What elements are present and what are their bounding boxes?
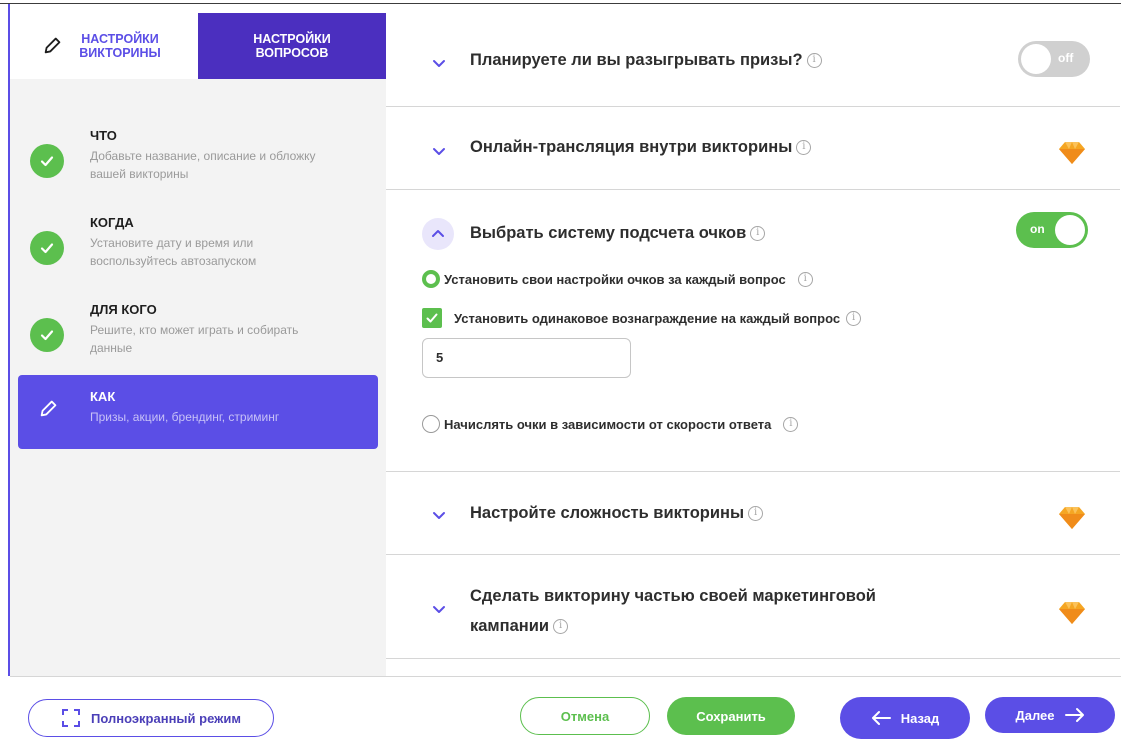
settings-tabs: НАСТРОЙКИ ВИКТОРИНЫ НАСТРОЙКИ ВОПРОСОВ <box>10 13 386 79</box>
option-same-reward[interactable]: Установить одинаковое вознаграждение на … <box>422 308 862 328</box>
chevron-down-icon[interactable] <box>432 602 446 616</box>
fullscreen-button[interactable]: Полноэкранный режим <box>28 699 274 737</box>
section-prizes-label: Планируете ли вы разыгрывать призы? i <box>470 51 822 70</box>
cancel-button[interactable]: Отмена <box>520 697 650 735</box>
section-difficulty[interactable]: Настройте сложность викторины i <box>386 472 1120 555</box>
tab-quiz-settings-label: НАСТРОЙКИ ВИКТОРИНЫ <box>79 32 161 60</box>
radio-selected-icon[interactable] <box>422 270 440 288</box>
top-border <box>0 3 1121 4</box>
option-speed-points[interactable]: Начислять очки в зависимости от скорости… <box>422 415 799 433</box>
section-difficulty-label: Настройте сложность викторины i <box>470 504 764 523</box>
fullscreen-label: Полноэкранный режим <box>91 710 241 726</box>
section-prizes[interactable]: Планируете ли вы разыгрывать призы? i off <box>386 13 1120 107</box>
cancel-label: Отмена <box>560 708 610 724</box>
section-streaming-label: Онлайн-трансляция внутри викторины i <box>470 138 812 157</box>
option-same-reward-label: Установить одинаковое вознаграждение на … <box>454 310 841 326</box>
tab-question-settings[interactable]: НАСТРОЙКИ ВОПРОСОВ <box>198 13 386 79</box>
section-scoring: Выбрать систему подсчета очков i on Устан… <box>386 190 1120 472</box>
back-button[interactable]: Назад <box>840 697 970 739</box>
save-label: Сохранить <box>696 708 766 724</box>
gem-icon <box>1059 507 1085 529</box>
info-icon[interactable]: i <box>750 226 766 242</box>
option-custom-points[interactable]: Установить свои настройки очков за кажды… <box>422 270 813 288</box>
step-when[interactable]: КОГДА Установите дату и время или воспол… <box>10 215 378 289</box>
tab-question-settings-label: НАСТРОЙКИ ВОПРОСОВ <box>253 32 331 60</box>
save-button[interactable]: Сохранить <box>667 697 795 735</box>
section-marketing-label: Сделать викторину частью своей маркетинг… <box>470 587 876 635</box>
step-title: КАК <box>90 389 116 404</box>
info-icon[interactable]: i <box>806 53 822 69</box>
checkbox-checked-icon[interactable] <box>422 308 442 328</box>
toggle-state: on <box>1030 222 1045 236</box>
step-description: Добавьте название, описание и обложку ва… <box>90 149 316 181</box>
check-icon <box>30 318 64 352</box>
info-icon[interactable]: i <box>796 140 812 156</box>
radio-unselected-icon[interactable] <box>422 415 440 433</box>
chevron-down-icon[interactable] <box>432 144 446 158</box>
info-icon[interactable]: i <box>553 619 569 635</box>
footer-bar: Полноэкранный режим Отмена Сохранить Наз… <box>10 676 1121 749</box>
gem-icon <box>1059 142 1085 164</box>
scoring-toggle[interactable]: on <box>1016 212 1088 248</box>
chevron-up-button[interactable] <box>422 218 454 250</box>
prizes-toggle[interactable]: off <box>1018 41 1090 77</box>
sidebar: НАСТРОЙКИ ВИКТОРИНЫ НАСТРОЙКИ ВОПРОСОВ Ч… <box>10 13 386 676</box>
fullscreen-icon <box>62 709 81 727</box>
toggle-knob <box>1021 44 1051 74</box>
pencil-icon <box>38 397 60 424</box>
toggle-state: off <box>1058 51 1074 65</box>
step-title: ЧТО <box>90 128 117 143</box>
step-for-whom[interactable]: ДЛЯ КОГО Решите, кто может играть и соби… <box>10 302 378 376</box>
next-button[interactable]: Далее <box>985 697 1115 733</box>
section-scoring-label: Выбрать систему подсчета очков i <box>470 224 766 243</box>
gem-icon <box>1059 602 1085 624</box>
step-description: Решите, кто может играть и собирать данн… <box>90 323 299 355</box>
info-icon[interactable]: i <box>783 416 799 432</box>
info-icon[interactable]: i <box>797 271 813 287</box>
chevron-down-icon[interactable] <box>432 56 446 70</box>
chevron-up-icon <box>432 230 444 237</box>
step-title: КОГДА <box>90 215 134 230</box>
info-icon[interactable]: i <box>748 506 764 522</box>
step-what[interactable]: ЧТО Добавьте название, описание и обложк… <box>10 128 378 202</box>
toggle-knob <box>1055 215 1085 245</box>
arrow-right-icon <box>1064 708 1084 722</box>
chevron-down-icon[interactable] <box>432 508 446 522</box>
info-icon[interactable]: i <box>846 310 862 326</box>
arrow-left-icon <box>871 711 891 725</box>
option-speed-points-label: Начислять очки в зависимости от скорости… <box>444 416 772 432</box>
pencil-icon <box>42 34 64 59</box>
settings-panel: Планируете ли вы разыгрывать призы? i off… <box>386 13 1120 676</box>
check-icon <box>30 231 64 265</box>
next-label: Далее <box>1015 707 1055 723</box>
reward-value-input[interactable]: 5 <box>422 338 631 378</box>
tab-quiz-settings[interactable]: НАСТРОЙКИ ВИКТОРИНЫ <box>10 13 198 79</box>
step-how[interactable]: КАК Призы, акции, брендинг, стриминг <box>18 375 378 449</box>
step-description: Установите дату и время или воспользуйте… <box>90 236 257 268</box>
option-custom-points-label: Установить свои настройки очков за кажды… <box>444 271 786 287</box>
back-label: Назад <box>900 710 940 726</box>
section-marketing[interactable]: Сделать викторину частью своей маркетинг… <box>386 555 1120 659</box>
check-icon <box>30 144 64 178</box>
step-description: Призы, акции, брендинг, стриминг <box>90 410 280 424</box>
step-title: ДЛЯ КОГО <box>90 302 157 317</box>
section-streaming[interactable]: Онлайн-трансляция внутри викторины i <box>386 107 1120 190</box>
